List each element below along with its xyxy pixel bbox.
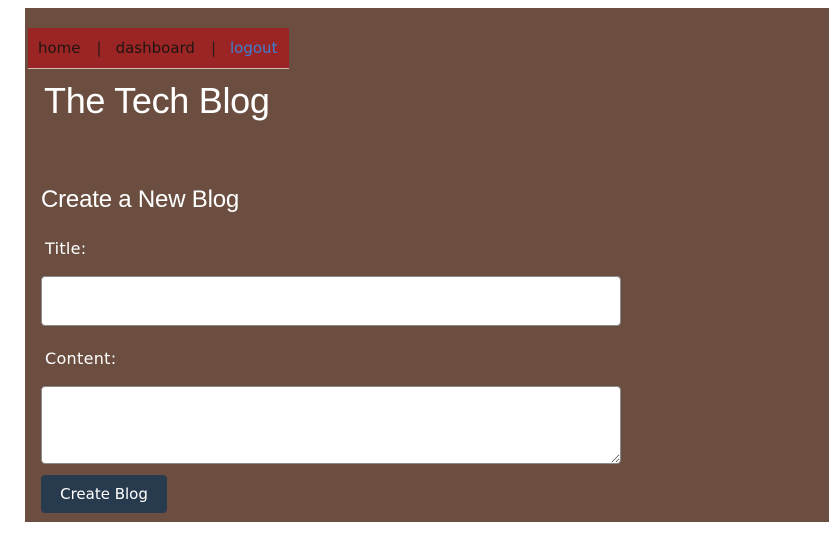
content-textarea[interactable] <box>41 386 621 464</box>
site-title: The Tech Blog <box>44 80 270 121</box>
nav-separator: | <box>210 39 217 57</box>
nav-separator: | <box>96 39 102 57</box>
nav-dashboard-link[interactable]: dashboard <box>116 39 195 57</box>
create-blog-button[interactable]: Create Blog <box>41 475 167 513</box>
form-heading: Create a New Blog <box>41 186 240 213</box>
top-nav: home | dashboard | logout <box>28 28 289 69</box>
content-label: Content: <box>45 349 117 368</box>
nav-logout-link[interactable]: logout <box>230 39 277 57</box>
title-input[interactable] <box>41 276 621 326</box>
page-container: home | dashboard | logout The Tech Blog … <box>25 8 829 522</box>
title-label: Title: <box>45 239 87 258</box>
nav-home-link[interactable]: home <box>38 39 81 57</box>
